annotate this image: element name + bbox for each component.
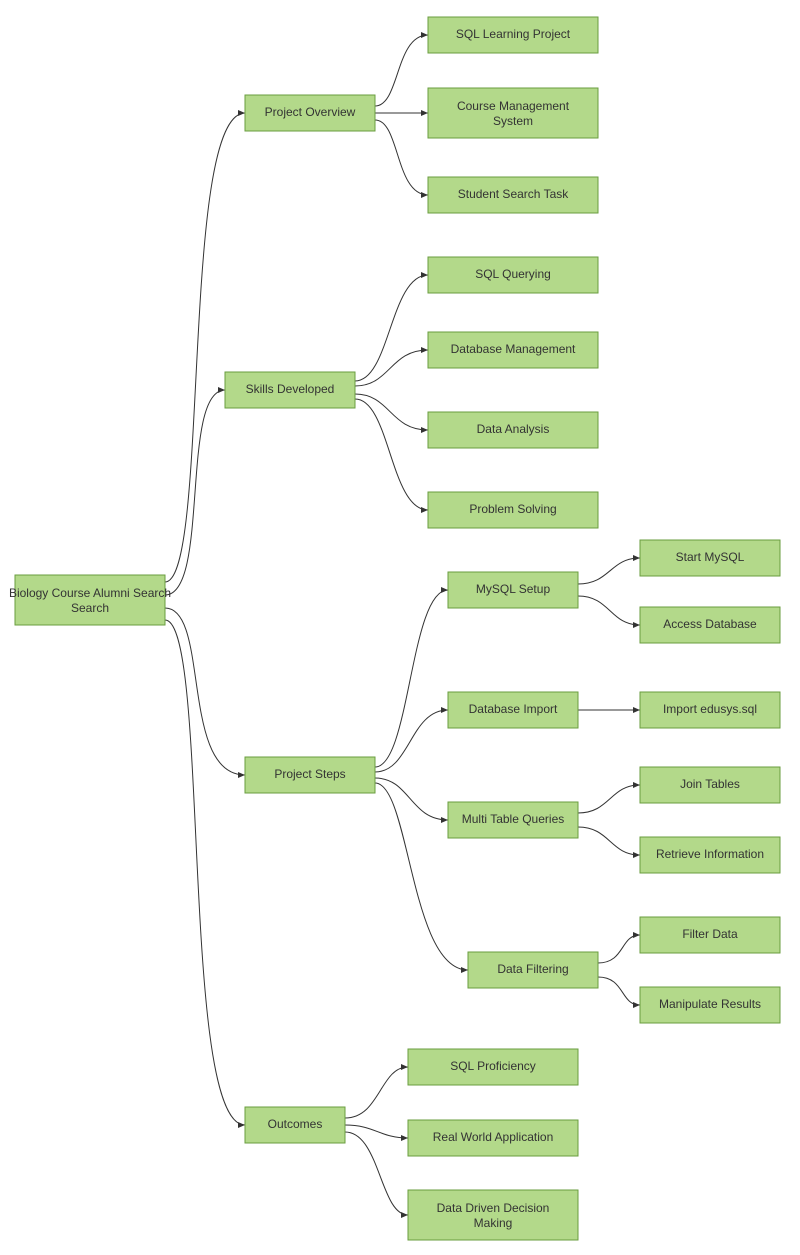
node-label-line2: System xyxy=(493,114,533,128)
node-sql-proficiency: SQL Proficiency xyxy=(408,1049,578,1085)
node-label: Skills Developed xyxy=(246,382,335,396)
node-label: Course Management xyxy=(457,99,570,113)
node-label: Database Management xyxy=(451,342,576,356)
edge xyxy=(375,35,428,106)
node-label: Outcomes xyxy=(268,1117,323,1131)
node-label: Retrieve Information xyxy=(656,847,764,861)
node-import-edusys: Import edusys.sql xyxy=(640,692,780,728)
node-data-filtering: Data Filtering xyxy=(468,952,598,988)
edge xyxy=(355,394,428,430)
node-database-management: Database Management xyxy=(428,332,598,368)
node-multi-table-queries: Multi Table Queries xyxy=(448,802,578,838)
node-label: Access Database xyxy=(663,617,757,631)
node-real-world-application: Real World Application xyxy=(408,1120,578,1156)
edge xyxy=(375,120,428,195)
node-skills-developed: Skills Developed xyxy=(225,372,355,408)
node-manipulate-results: Manipulate Results xyxy=(640,987,780,1023)
edge xyxy=(598,935,640,963)
node-mysql-setup: MySQL Setup xyxy=(448,572,578,608)
node-label: Data Filtering xyxy=(497,962,568,976)
edge xyxy=(355,275,428,381)
node-label: Database Import xyxy=(469,702,558,716)
edge xyxy=(165,390,225,595)
node-label: Data Analysis xyxy=(477,422,550,436)
edge xyxy=(375,778,448,820)
node-root: Biology Course Alumni Search Search xyxy=(9,575,171,625)
node-label: Data Driven Decision xyxy=(437,1201,550,1215)
node-filter-data: Filter Data xyxy=(640,917,780,953)
edge xyxy=(165,620,245,1125)
edge xyxy=(165,113,245,582)
node-problem-solving: Problem Solving xyxy=(428,492,598,528)
edge xyxy=(345,1125,408,1138)
node-sql-learning-project: SQL Learning Project xyxy=(428,17,598,53)
edge xyxy=(578,596,640,625)
node-project-overview: Project Overview xyxy=(245,95,375,131)
edge xyxy=(345,1067,408,1118)
edge xyxy=(345,1132,408,1215)
node-label: Join Tables xyxy=(680,777,740,791)
edge xyxy=(578,785,640,813)
node-label-line2: Search xyxy=(71,601,109,615)
edge xyxy=(598,977,640,1005)
node-label: MySQL Setup xyxy=(476,582,551,596)
node-project-steps: Project Steps xyxy=(245,757,375,793)
node-student-search-task: Student Search Task xyxy=(428,177,598,213)
edge xyxy=(375,590,448,767)
node-label: Start MySQL xyxy=(676,550,745,564)
node-label: SQL Querying xyxy=(475,267,551,281)
edge xyxy=(355,350,428,386)
node-label: Real World Application xyxy=(433,1130,554,1144)
node-database-import: Database Import xyxy=(448,692,578,728)
edge xyxy=(375,710,448,772)
node-sql-querying: SQL Querying xyxy=(428,257,598,293)
edge xyxy=(578,827,640,855)
node-data-driven-decision: Data Driven Decision Making xyxy=(408,1190,578,1240)
node-join-tables: Join Tables xyxy=(640,767,780,803)
node-label: Problem Solving xyxy=(469,502,556,516)
node-access-database: Access Database xyxy=(640,607,780,643)
node-outcomes: Outcomes xyxy=(245,1107,345,1143)
node-start-mysql: Start MySQL xyxy=(640,540,780,576)
node-retrieve-information: Retrieve Information xyxy=(640,837,780,873)
node-label: Project Steps xyxy=(274,767,345,781)
node-label-line2: Making xyxy=(474,1216,513,1230)
edge xyxy=(165,608,245,775)
node-label: Biology Course Alumni Search xyxy=(9,586,171,600)
node-label: SQL Learning Project xyxy=(456,27,571,41)
node-course-management-system: Course Management System xyxy=(428,88,598,138)
edge xyxy=(578,558,640,584)
node-label: SQL Proficiency xyxy=(450,1059,536,1073)
edge xyxy=(355,399,428,510)
node-label: Multi Table Queries xyxy=(462,812,565,826)
node-data-analysis: Data Analysis xyxy=(428,412,598,448)
node-label: Project Overview xyxy=(265,105,356,119)
node-label: Filter Data xyxy=(682,927,738,941)
node-label: Manipulate Results xyxy=(659,997,761,1011)
node-label: Import edusys.sql xyxy=(663,702,757,716)
node-label: Student Search Task xyxy=(458,187,570,201)
